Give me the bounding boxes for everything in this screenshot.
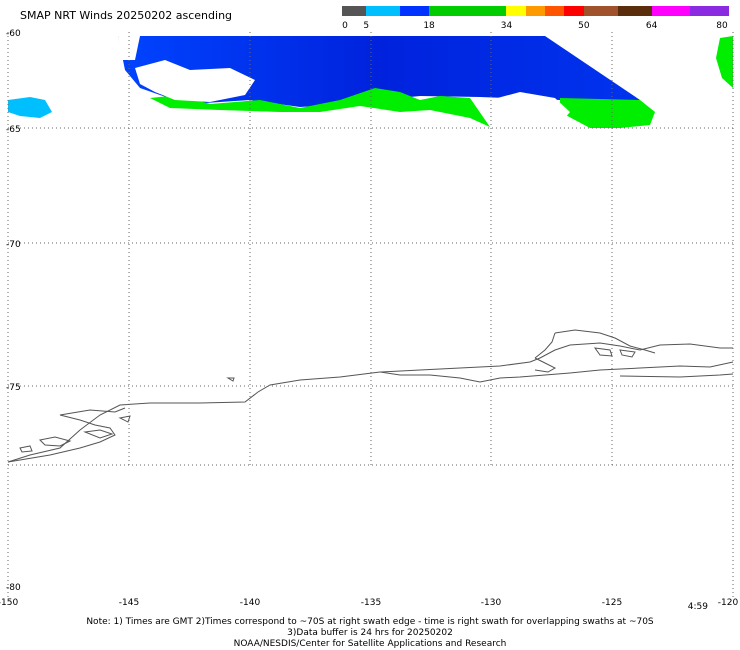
lat-label: -80	[6, 583, 21, 593]
lon-label: -135	[361, 598, 381, 608]
lon-label: -125	[602, 598, 622, 608]
lon-label: -120	[718, 598, 739, 608]
lon-label: -145	[119, 598, 139, 608]
longitude-labels: -150 -145 -140 -135 -130 -125 -120	[0, 598, 738, 608]
lon-label: -140	[240, 598, 261, 608]
lat-label: -60	[6, 29, 21, 39]
lon-label: -150	[0, 598, 18, 608]
wind-swath-lightblue	[8, 97, 52, 118]
lat-label: -75	[6, 383, 21, 393]
wind-swath-green-east	[560, 98, 655, 128]
lat-label: -65	[6, 125, 21, 135]
wind-map: -60 -65 -70 -75 -80 -150 -145 -140 -135 …	[0, 29, 738, 608]
wind-swath-green-edge	[716, 36, 733, 88]
note-line-1: Note: 1) Times are GMT 2)Times correspon…	[86, 617, 654, 627]
note-line-2: 3)Data buffer is 24 hrs for 20250202	[287, 628, 453, 638]
note-line-3: NOAA/NESDIS/Center for Satellite Applica…	[233, 639, 507, 649]
lon-label: -130	[481, 598, 502, 608]
lat-label: -70	[6, 240, 21, 250]
swath-time-label: 4:59	[687, 602, 708, 612]
